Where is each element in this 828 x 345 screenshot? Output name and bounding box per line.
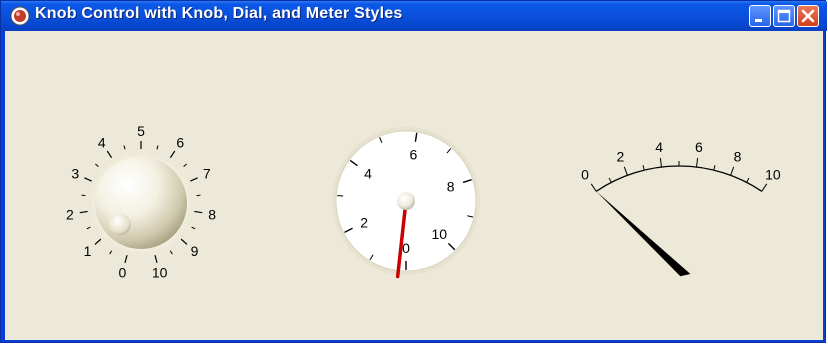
window-title: Knob Control with Knob, Dial, and Meter … (35, 5, 403, 22)
meter-major-tick (659, 158, 662, 168)
knob-major-tick (79, 210, 88, 214)
meter-needle (596, 191, 691, 277)
knob-scale-label: 10 (152, 265, 168, 281)
meter-scale-label: 10 (765, 167, 781, 183)
minimize-button[interactable] (749, 5, 771, 27)
meter-scale-label: 2 (617, 149, 625, 165)
knob-major-tick (124, 255, 128, 264)
knob-scale-label: 6 (176, 135, 184, 151)
dial-scale-label: 6 (409, 147, 417, 163)
meter-arc (595, 165, 763, 192)
knob-minor-tick (95, 163, 99, 168)
knob-scale-label: 2 (66, 206, 74, 222)
knob-body[interactable] (95, 157, 187, 249)
meter-scale-label: 8 (734, 149, 742, 165)
dial-scale-label: 8 (447, 178, 455, 194)
knob-scale-label: 9 (191, 243, 199, 259)
knob-scale-label: 8 (208, 206, 216, 222)
app-icon[interactable] (9, 5, 31, 27)
meter-major-tick (590, 183, 597, 192)
meter-scale-label: 0 (581, 167, 589, 183)
knob-scale-label: 7 (203, 166, 211, 182)
knob-major-tick (94, 238, 102, 245)
meter-minor-tick (642, 165, 645, 171)
dial-hub (397, 192, 415, 210)
meter-control[interactable]: 0 2 4 6 8 10 (581, 139, 781, 277)
meter-minor-tick (746, 177, 750, 183)
dial-scale-label: 4 (364, 165, 372, 181)
knob-scale-label: 0 (118, 265, 126, 281)
dial-control[interactable]: 0 2 4 6 8 10 (332, 127, 480, 279)
knob-major-tick (194, 210, 203, 214)
knob-major-tick (154, 255, 158, 264)
knob-minor-tick (81, 194, 86, 197)
title-bar[interactable]: Knob Control with Knob, Dial, and Meter … (1, 1, 827, 31)
meter-minor-tick (713, 165, 716, 171)
maximize-icon (777, 9, 791, 23)
knob-minor-tick (191, 226, 196, 230)
knob-major-tick (106, 150, 113, 159)
close-icon (801, 9, 815, 23)
meter-scale-label: 6 (695, 139, 703, 155)
knob-scale-label: 4 (98, 135, 106, 151)
knob-major-tick (169, 150, 176, 159)
dial-scale-label: 0 (402, 240, 410, 256)
maximize-button[interactable] (773, 5, 795, 27)
app-window: Knob Control with Knob, Dial, and Meter … (0, 0, 827, 343)
knob-control[interactable]: 0 1 2 3 4 5 6 7 8 9 10 (66, 123, 216, 281)
knob-scale-label: 3 (71, 166, 79, 182)
meter-scale-label: 4 (655, 139, 663, 155)
knob-minor-tick (86, 226, 91, 230)
knob-major-tick (190, 177, 198, 182)
knob-major-tick (84, 177, 92, 182)
meter-major-tick (761, 183, 768, 192)
knob-minor-tick (196, 194, 201, 197)
close-button[interactable] (797, 5, 819, 27)
knob-indicator (108, 213, 131, 236)
dial-scale-label: 2 (360, 214, 368, 230)
knob-minor-tick (123, 145, 126, 150)
knob-scale-label: 5 (137, 123, 145, 139)
minimize-icon (755, 19, 762, 22)
meter-major-tick (623, 166, 628, 176)
meter-major-tick (696, 158, 699, 168)
knob-scale-label: 1 (84, 243, 92, 259)
client-area: 0 1 2 3 4 5 6 7 8 9 10 0 2 4 6 8 10 0 2 4 6 8 10 (5, 31, 823, 340)
meter-major-tick (730, 166, 735, 176)
knob-minor-tick (156, 145, 159, 150)
knob-minor-tick (183, 163, 187, 168)
knob-major-tick (180, 238, 188, 245)
meter-minor-tick (608, 177, 612, 183)
knob-minor-tick (109, 250, 113, 255)
knob-minor-tick (169, 250, 173, 255)
dial-scale-label: 10 (431, 226, 447, 242)
